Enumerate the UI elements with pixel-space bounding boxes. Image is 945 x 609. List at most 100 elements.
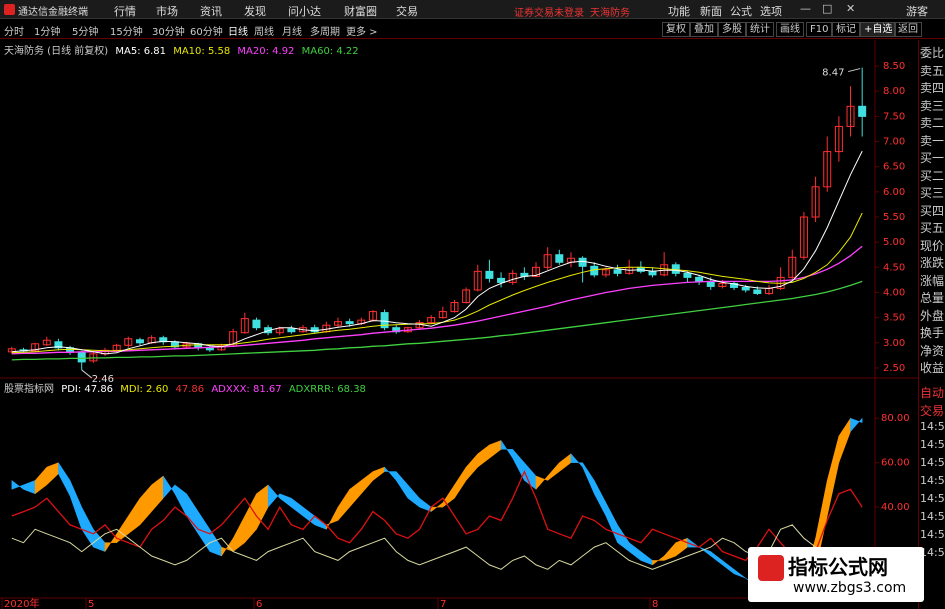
side-trade-label[interactable]: 14:50 bbox=[920, 492, 945, 505]
ma5-line bbox=[11, 150, 863, 355]
ma20-line bbox=[11, 245, 863, 355]
indicator-band-segment bbox=[640, 551, 653, 566]
indicator-band-segment bbox=[384, 466, 397, 482]
date-tick-label: 7 bbox=[440, 599, 446, 609]
side-label[interactable]: 卖二 bbox=[920, 114, 944, 131]
indicator-band-segment bbox=[232, 515, 246, 553]
price-tick-label: 3.00 bbox=[883, 338, 905, 349]
candle-body bbox=[613, 269, 622, 274]
side-trade-label[interactable]: 14:50 bbox=[920, 438, 945, 451]
indicator-band-segment bbox=[81, 506, 94, 548]
ma10-line bbox=[11, 212, 863, 354]
candle-body bbox=[741, 286, 750, 291]
candle-body bbox=[485, 270, 494, 279]
candle-body bbox=[858, 105, 867, 117]
side-label[interactable]: 卖三 bbox=[920, 97, 944, 114]
indicator-band-segment bbox=[442, 484, 455, 508]
indicator-band-segment bbox=[500, 439, 513, 460]
candle-body bbox=[252, 319, 261, 329]
sub-tick-label: 80.00 bbox=[881, 413, 910, 424]
side-label[interactable]: 换手 bbox=[920, 324, 944, 341]
min-price-label: 2.46 bbox=[92, 374, 114, 385]
candle-body bbox=[671, 264, 680, 274]
candle-body bbox=[555, 254, 564, 263]
side-label[interactable]: 委比 bbox=[920, 44, 944, 61]
indicator-band-segment bbox=[395, 470, 409, 500]
side-label[interactable]: 总量 bbox=[920, 289, 944, 306]
kline-chart[interactable]: 8.50 8.00 7.50 7.00 6.50 6.00 5.50 5.00 4.50 4.00… bbox=[0, 0, 918, 609]
price-tick-label: 2.50 bbox=[883, 363, 905, 374]
candle-body bbox=[578, 257, 587, 267]
indicator-band-segment bbox=[570, 453, 583, 468]
side-trade-label[interactable]: 自动 bbox=[920, 384, 944, 401]
max-price-label: 8.47 bbox=[822, 68, 844, 79]
indicator-band-segment bbox=[58, 461, 71, 497]
indicator-band-segment bbox=[710, 551, 723, 566]
indicator-band-segment bbox=[139, 484, 152, 526]
candle-body bbox=[648, 270, 657, 276]
candle-body bbox=[205, 347, 214, 351]
indicator-band-segment bbox=[69, 480, 82, 530]
date-tick-label: 2020年 bbox=[4, 597, 39, 609]
date-tick-label: 5 bbox=[88, 599, 94, 609]
sub-tick-label: 60.00 bbox=[881, 458, 910, 469]
price-tick-label: 7.00 bbox=[883, 137, 905, 148]
indicator-band-segment bbox=[34, 466, 48, 495]
price-tick-label: 5.50 bbox=[883, 212, 905, 223]
watermark-title: 指标公式网 bbox=[788, 555, 888, 579]
indicator-band-segment bbox=[582, 461, 595, 494]
candle-body bbox=[706, 280, 715, 287]
side-trade-label[interactable]: 交易 bbox=[920, 402, 944, 419]
indicator-band-segment bbox=[465, 453, 479, 482]
side-label[interactable]: 收益 bbox=[920, 359, 944, 376]
quote-side-panel: 委比 卖五 卖四 卖三 卖二 卖一 买一 买二 买三 买四 买五 现价 涨跌 涨幅 总量 外盘 换手 净资 收益自动… bbox=[918, 40, 945, 609]
price-tick-label: 6.50 bbox=[883, 162, 905, 173]
side-trade-label[interactable]: 14:50 bbox=[920, 474, 945, 487]
side-label[interactable]: 买五 bbox=[920, 219, 944, 236]
indicator-band-segment bbox=[698, 546, 711, 557]
indicator-band-segment bbox=[489, 440, 502, 459]
side-trade-label[interactable]: 14:50 bbox=[920, 510, 945, 523]
indicator-band-segment bbox=[605, 502, 618, 543]
watermark-badge: 指标公式网 www.zbgs3.com bbox=[748, 547, 924, 602]
indicator-band-segment bbox=[267, 484, 280, 508]
date-tick-label: 6 bbox=[256, 599, 262, 609]
side-label[interactable]: 卖五 bbox=[920, 62, 944, 79]
side-label[interactable]: 卖四 bbox=[920, 79, 944, 96]
indicator-band-segment bbox=[163, 475, 176, 499]
side-label[interactable]: 外盘 bbox=[920, 307, 944, 324]
side-label[interactable]: 买三 bbox=[920, 184, 944, 201]
price-tick-label: 8.50 bbox=[883, 61, 905, 72]
side-label[interactable]: 涨幅 bbox=[920, 272, 944, 289]
indicator-band-segment bbox=[128, 497, 141, 535]
side-trade-label[interactable]: 14:50 bbox=[920, 420, 945, 433]
side-label[interactable]: 涨跌 bbox=[920, 254, 944, 271]
side-label[interactable]: 现价 bbox=[920, 237, 944, 254]
side-trade-label[interactable]: 14:50 bbox=[920, 456, 945, 469]
indicator-band-segment bbox=[291, 497, 304, 517]
max-pointer bbox=[848, 68, 861, 73]
side-label[interactable]: 买一 bbox=[920, 149, 944, 166]
side-label[interactable]: 买二 bbox=[920, 167, 944, 184]
price-tick-label: 4.50 bbox=[883, 262, 905, 273]
indicator-band-segment bbox=[733, 568, 746, 579]
watermark-url: www.zbgs3.com bbox=[793, 580, 907, 596]
indicator-band-segment bbox=[361, 471, 374, 495]
candle-body bbox=[683, 272, 692, 278]
indicator-band-segment bbox=[349, 479, 362, 508]
indicator-band-segment bbox=[279, 493, 292, 508]
side-label[interactable]: 卖一 bbox=[920, 132, 944, 149]
side-label[interactable]: 买四 bbox=[920, 202, 944, 219]
candle-body bbox=[287, 328, 296, 333]
price-tick-label: 3.50 bbox=[883, 313, 905, 324]
side-trade-label[interactable]: 14:50 bbox=[920, 528, 945, 541]
indicator-band-segment bbox=[23, 480, 36, 495]
adx-line bbox=[11, 524, 863, 570]
candle-body bbox=[345, 321, 354, 325]
indicator-band-segment bbox=[628, 542, 642, 561]
indicator-band-segment bbox=[838, 417, 851, 463]
ma60-line bbox=[11, 280, 863, 361]
price-tick-label: 7.50 bbox=[883, 111, 905, 122]
indicator-band-segment bbox=[594, 480, 607, 517]
side-label[interactable]: 净资 bbox=[920, 342, 944, 359]
